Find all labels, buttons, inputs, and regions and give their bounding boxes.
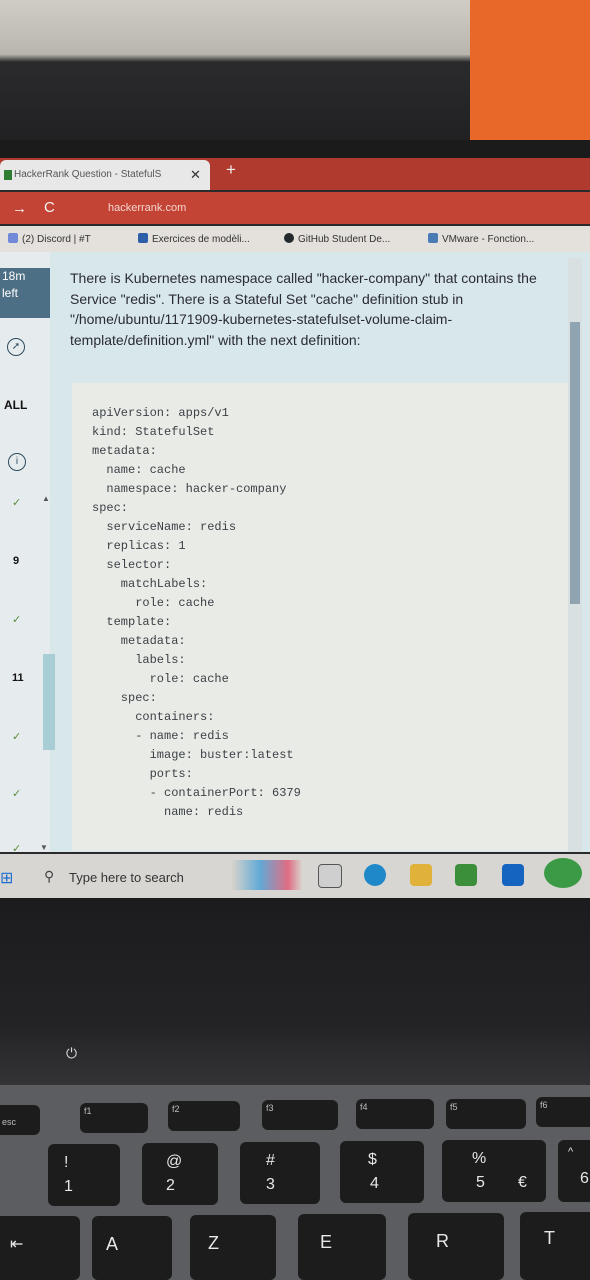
question-11[interactable]: 11 xyxy=(12,672,24,684)
bookmark-vmware[interactable]: VMware - Fonction... xyxy=(428,233,534,245)
address-bar xyxy=(0,192,590,224)
key-f6: f6 xyxy=(536,1097,590,1127)
reload-icon[interactable]: C xyxy=(44,199,55,216)
laptop-bezel xyxy=(0,898,590,1108)
key-5: % 5 € xyxy=(442,1140,546,1202)
edge-icon[interactable] xyxy=(364,864,386,886)
file-explorer-icon[interactable] xyxy=(410,864,432,886)
key-3: #3 xyxy=(240,1142,320,1204)
url-field[interactable]: hackerrank.com xyxy=(108,202,186,214)
bookmark-folder-icon xyxy=(138,233,148,243)
key-4: $4 xyxy=(340,1141,424,1203)
completed-check-icon: ✓ xyxy=(12,614,22,626)
mail-icon[interactable] xyxy=(502,864,524,886)
discord-icon xyxy=(8,233,18,243)
bookmark-label: VMware - Fonction... xyxy=(442,234,535,245)
collapse-up-icon[interactable]: ▲ xyxy=(42,494,50,503)
taskbar-search-input[interactable]: Type here to search xyxy=(69,870,184,885)
power-icon: ⏻ xyxy=(66,1045,78,1061)
key-e: E xyxy=(298,1214,386,1280)
time-left-badge: 18m left xyxy=(0,268,50,318)
key-6: ^ 6 xyxy=(558,1140,590,1202)
bookmark-github[interactable]: GitHub Student De... xyxy=(284,233,390,245)
bookmark-exercices[interactable]: Exercices de modèli... xyxy=(138,233,250,245)
question-text: There is Kubernetes namespace called "ha… xyxy=(70,270,537,348)
key-f5: f5 xyxy=(446,1099,526,1129)
filter-all[interactable]: ALL xyxy=(4,398,27,412)
key-a: A xyxy=(92,1216,172,1280)
timer-label: left xyxy=(2,286,19,300)
active-question-marker xyxy=(43,654,55,750)
key-z: Z xyxy=(190,1215,276,1280)
compass-icon[interactable]: ➚ xyxy=(7,338,25,356)
expand-down-icon[interactable]: ▼ xyxy=(40,843,48,852)
key-tab: ⇤ xyxy=(0,1216,80,1280)
completed-check-icon: ✓ xyxy=(12,788,22,800)
scrollbar-thumb[interactable] xyxy=(570,322,580,604)
completed-check-icon: ✓ xyxy=(12,731,22,743)
bookmarks-bar: (2) Discord | #T Exercices de modèli... … xyxy=(0,226,590,252)
search-icon[interactable]: ⚲ xyxy=(44,868,54,885)
key-f4: f4 xyxy=(356,1099,434,1129)
tab-hackerrank[interactable]: HackerRank Question - StatefulS ✕ xyxy=(0,160,210,190)
bookmark-discord[interactable]: (2) Discord | #T xyxy=(8,233,91,245)
info-icon[interactable]: i xyxy=(8,453,26,471)
key-f2: f2 xyxy=(168,1101,240,1131)
bookmark-label: GitHub Student De... xyxy=(298,234,391,245)
bookmark-label: Exercices de modèli... xyxy=(152,234,250,245)
forward-icon[interactable]: → xyxy=(12,200,27,217)
screen-bezel xyxy=(0,140,590,158)
question-9[interactable]: 9 xyxy=(13,555,19,567)
completed-check-icon: ✓ xyxy=(12,497,22,509)
task-view-icon[interactable] xyxy=(318,864,342,888)
hackerrank-favicon-icon xyxy=(4,170,12,180)
key-r: R xyxy=(408,1213,504,1280)
key-esc: esc xyxy=(0,1105,40,1135)
key-f3: f3 xyxy=(262,1100,338,1130)
github-icon xyxy=(284,233,294,243)
new-tab-button[interactable]: + xyxy=(226,160,236,180)
store-icon[interactable] xyxy=(455,864,477,886)
vmware-icon xyxy=(428,233,438,243)
chrome-icon[interactable] xyxy=(544,858,582,888)
key-t: T xyxy=(520,1212,590,1280)
key-2: @2 xyxy=(142,1143,218,1205)
taskbar-wallpaper-widget xyxy=(232,860,302,890)
sticky-note xyxy=(470,0,590,148)
key-f1: f1 xyxy=(80,1103,148,1133)
definition-yaml: apiVersion: apps/v1 kind: StatefulSet me… xyxy=(92,406,301,819)
windows-start-icon[interactable]: ⊞ xyxy=(0,868,13,888)
tab-close-icon[interactable]: ✕ xyxy=(190,167,201,183)
tab-title: HackerRank Question - StatefulS xyxy=(14,169,162,180)
key-1: ! 1 xyxy=(48,1144,120,1206)
timer-minutes: 18m xyxy=(2,269,26,283)
bookmark-label: (2) Discord | #T xyxy=(22,234,91,245)
